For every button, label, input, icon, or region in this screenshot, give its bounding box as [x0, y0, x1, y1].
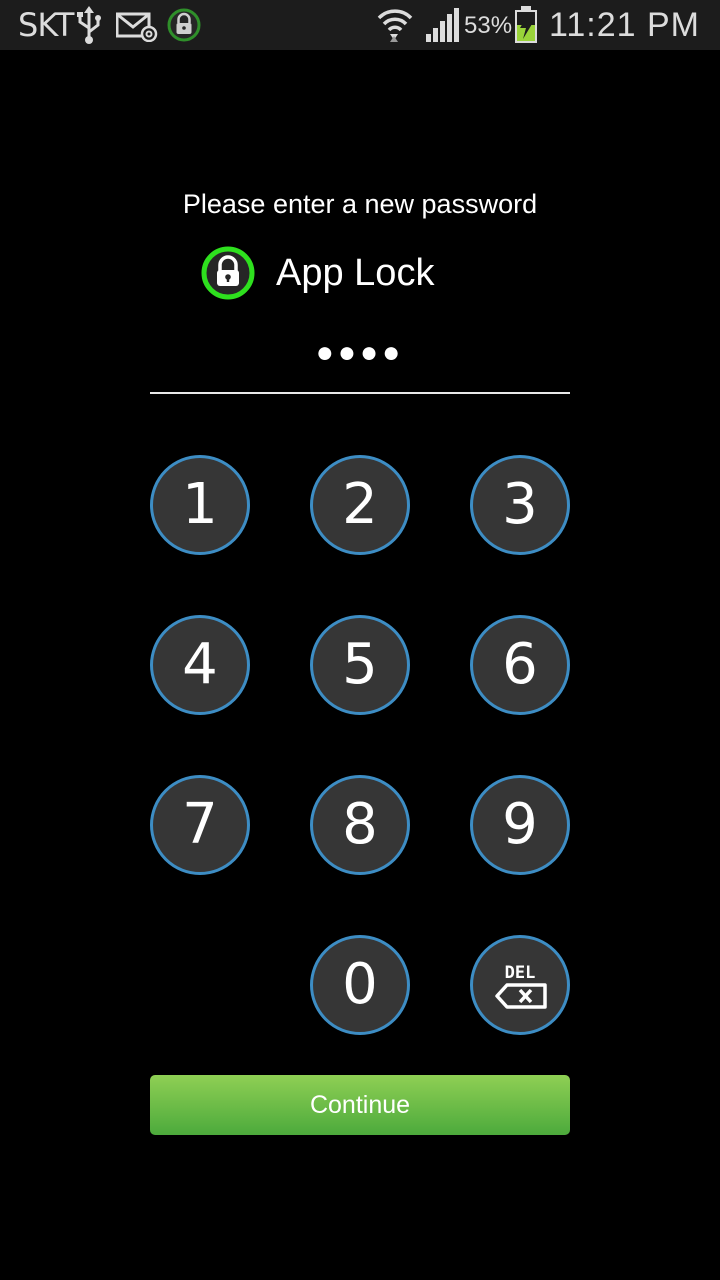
delete-label: DEL [505, 963, 536, 983]
app-header: App Lock [200, 244, 434, 302]
carrier-label: SKT [18, 6, 74, 44]
usb-icon [76, 6, 102, 44]
signal-icon [424, 8, 460, 44]
backspace-icon: DEL [495, 963, 547, 1009]
key-3[interactable]: 3 [470, 455, 570, 555]
key-7[interactable]: 7 [150, 775, 250, 875]
status-bar: SKT 53% 11:21 PM [0, 0, 720, 50]
key-8[interactable]: 8 [310, 775, 410, 875]
battery-charging-icon [514, 6, 538, 44]
password-underline [150, 392, 570, 394]
password-field[interactable]: ●●●● [150, 330, 570, 376]
app-lock-screen: SKT 53% 11:21 PM Please enter a new pass… [0, 0, 720, 1280]
mail-icon [115, 12, 158, 43]
password-prompt: Please enter a new password [182, 189, 538, 219]
key-5[interactable]: 5 [310, 615, 410, 715]
key-9[interactable]: 9 [470, 775, 570, 875]
app-name: App Lock [276, 252, 435, 294]
delete-button[interactable]: DEL [470, 935, 570, 1035]
clock: 11:21 PM [548, 6, 700, 44]
wifi-icon [376, 6, 414, 44]
key-6[interactable]: 6 [470, 615, 570, 715]
app-lock-notification-icon [166, 7, 202, 43]
key-4[interactable]: 4 [150, 615, 250, 715]
key-1[interactable]: 1 [150, 455, 250, 555]
continue-button[interactable]: Continue [150, 1075, 570, 1135]
key-2[interactable]: 2 [310, 455, 410, 555]
battery-percent: 53% [464, 12, 513, 39]
app-lock-icon [200, 245, 256, 301]
key-0[interactable]: 0 [310, 935, 410, 1035]
